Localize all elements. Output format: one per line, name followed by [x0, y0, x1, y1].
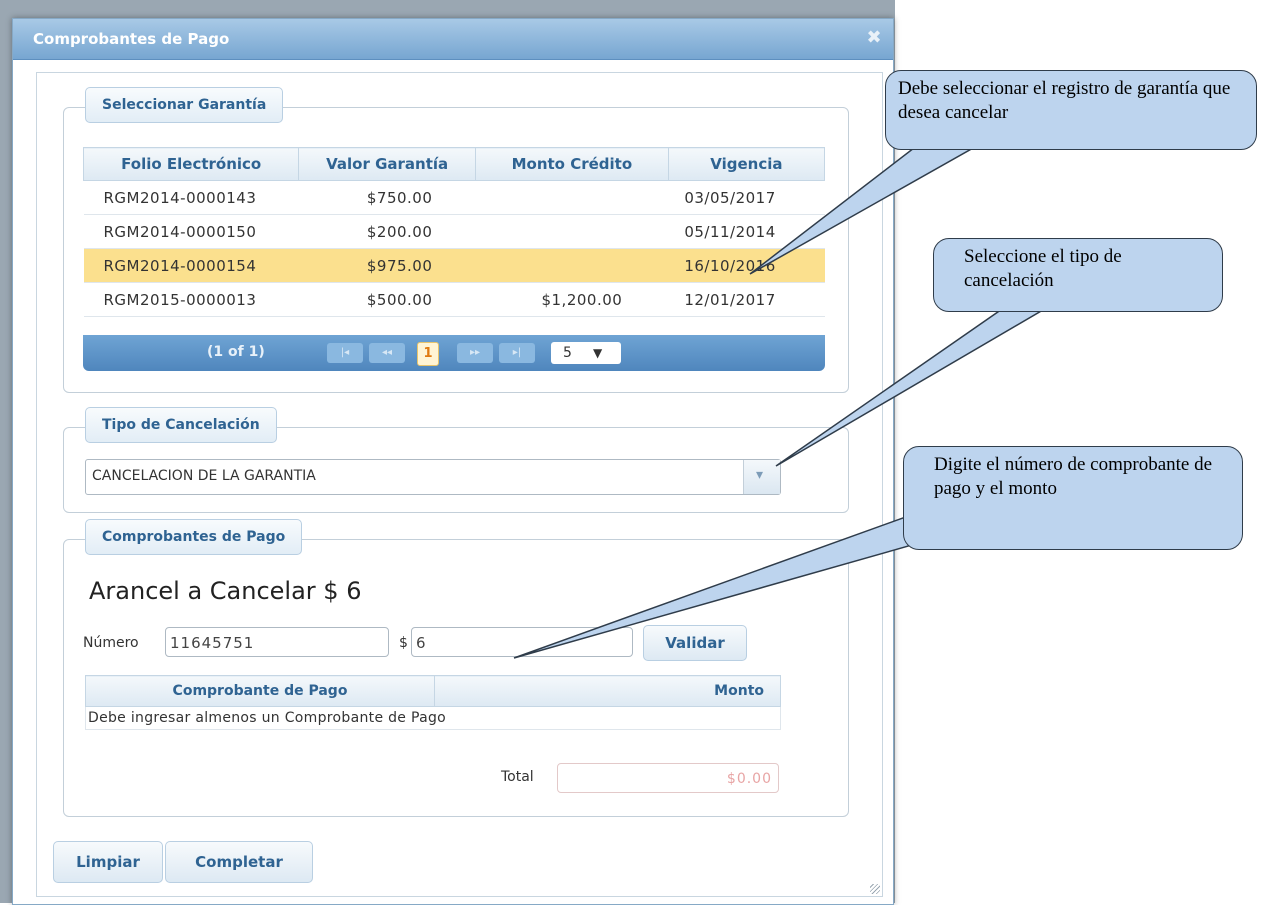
callout-digite-comprobante: Digite el número de comprobante de pago …	[903, 446, 1243, 550]
callout-pointer-2	[775, 297, 1063, 467]
callout-tipo-cancelacion: Seleccione el tipo de cancelación	[933, 238, 1223, 312]
callout-seleccionar-registro: Debe seleccionar el registro de garantía…	[885, 70, 1257, 150]
